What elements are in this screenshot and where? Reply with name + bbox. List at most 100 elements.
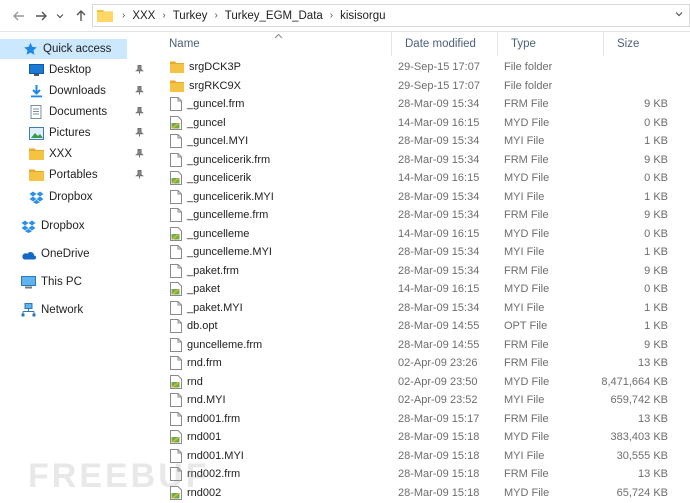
table-row[interactable]: _guncel.MYI 28-Mar-09 15:34 MYI File 1 KB: [156, 132, 690, 151]
sidebar-item-label: Desktop: [49, 64, 92, 76]
file-name: _guncel: [187, 116, 226, 129]
table-row[interactable]: _guncelleme 14-Mar-09 16:15 MYD File 0 KB: [156, 225, 690, 244]
table-row[interactable]: _paket 14-Mar-09 16:15 MYD File 0 KB: [156, 280, 690, 299]
column-header-date[interactable]: Date modified: [392, 32, 498, 56]
table-row[interactable]: rnd.MYI 02-Apr-09 23:52 MYI File 659,742 KB: [156, 391, 690, 410]
table-row[interactable]: _paket.frm 28-Mar-09 15:34 FRM File 9 KB: [156, 262, 690, 281]
file-size-cell: 1 KB: [644, 320, 668, 333]
file-size-cell: 1 KB: [644, 190, 668, 203]
file-date-cell: 28-Mar-09 15:34: [398, 209, 480, 222]
dropbox-icon: [20, 219, 36, 233]
file-date-cell: 28-Mar-09 15:34: [398, 153, 480, 166]
file-list: srgDCK3P 29-Sep-15 17:07 File folder srgRKC…: [156, 58, 690, 502]
table-row[interactable]: guncelleme.frm 28-Mar-09 14:55 FRM File 9 K…: [156, 336, 690, 355]
file-name-cell: _guncel.frm: [170, 97, 244, 112]
address-bar[interactable]: › XXX › Turkey › Turkey_EGM_Data › kisis…: [92, 4, 690, 27]
breadcrumb-item[interactable]: kisisorgu: [340, 10, 385, 22]
sidebar-item-this-pc[interactable]: This PC: [0, 272, 150, 292]
file-size-cell: 0 KB: [644, 172, 668, 185]
sidebar-item-dropbox[interactable]: Dropbox: [0, 216, 150, 236]
sidebar-item-label: Pictures: [49, 127, 91, 139]
file-type-cell: OPT File: [504, 320, 548, 333]
file-name-cell: srgRKC9X: [170, 80, 241, 92]
file-type-cell: MYD File: [504, 431, 550, 444]
column-header-type[interactable]: Type: [498, 32, 604, 56]
table-row[interactable]: _guncel 14-Mar-09 16:15 MYD File 0 KB: [156, 114, 690, 133]
file-name: _paket.MYI: [187, 301, 243, 314]
file-date-cell: 28-Mar-09 15:18: [398, 486, 480, 499]
table-row[interactable]: _guncel.frm 28-Mar-09 15:34 FRM File 9 KB: [156, 95, 690, 114]
sidebar-item-downloads[interactable]: Downloads: [0, 81, 150, 101]
sidebar-item-pictures[interactable]: Pictures: [0, 123, 150, 143]
recent-locations-button[interactable]: [52, 5, 68, 27]
file-date-cell: 14-Mar-09 16:15: [398, 116, 480, 129]
sidebar-item-label: Quick access: [43, 43, 112, 55]
sidebar-item-xxx[interactable]: XXX: [0, 144, 150, 164]
file-name-cell: srgDCK3P: [170, 61, 241, 74]
breadcrumb-item[interactable]: XXX: [132, 10, 155, 22]
file-type-cell: File folder: [504, 79, 553, 92]
file-date-cell: 28-Mar-09 15:34: [398, 190, 480, 203]
file-size-cell: 0 KB: [644, 116, 668, 129]
table-row[interactable]: _guncelleme.MYI 28-Mar-09 15:34 MYI File 1 …: [156, 243, 690, 262]
column-header-name[interactable]: Name: [156, 32, 392, 56]
address-dropdown-button[interactable]: [675, 10, 683, 20]
table-row[interactable]: rnd001 28-Mar-09 15:18 MYD File 383,403 KB: [156, 428, 690, 447]
file-size-cell: 9 KB: [644, 153, 668, 166]
sidebar-item-quick-access[interactable]: Quick access: [0, 39, 127, 59]
database-file-icon: [170, 115, 187, 130]
sidebar-item-network[interactable]: Network: [0, 300, 150, 320]
file-name-cell: _guncelleme.MYI: [170, 245, 272, 260]
table-row[interactable]: rnd001.MYI 28-Mar-09 15:18 MYI File 30,555 …: [156, 447, 690, 466]
file-type-cell: MYD File: [504, 227, 550, 240]
up-button[interactable]: [70, 5, 92, 27]
file-date-cell: 28-Mar-09 15:34: [398, 301, 480, 314]
file-type-cell: FRM File: [504, 264, 549, 277]
table-row[interactable]: _guncelleme.frm 28-Mar-09 15:34 FRM File 9 …: [156, 206, 690, 225]
table-row[interactable]: srgRKC9X 29-Sep-15 17:07 File folder: [156, 77, 690, 96]
file-size-cell: 13 KB: [638, 412, 668, 425]
table-row[interactable]: _guncelicerik.MYI 28-Mar-09 15:34 MYI File…: [156, 188, 690, 207]
file-size-cell: 1 KB: [644, 246, 668, 259]
file-type-cell: MYD File: [504, 283, 550, 296]
file-size-cell: 9 KB: [644, 264, 668, 277]
forward-button[interactable]: [30, 5, 52, 27]
table-row[interactable]: rnd.frm 02-Apr-09 23:26 FRM File 13 KB: [156, 354, 690, 373]
column-header-size[interactable]: Size: [604, 32, 690, 56]
back-button[interactable]: [8, 5, 30, 27]
file-icon: [170, 97, 187, 112]
table-row[interactable]: rnd002 28-Mar-09 15:18 MYD File 65,724 KB: [156, 484, 690, 503]
file-type-cell: MYI File: [504, 301, 545, 314]
arrow-right-icon: [36, 11, 47, 21]
sidebar-item-dropbox[interactable]: Dropbox: [0, 187, 150, 207]
file-name: srgRKC9X: [189, 79, 241, 92]
table-row[interactable]: _paket.MYI 28-Mar-09 15:34 MYI File 1 KB: [156, 299, 690, 318]
file-name: _guncelicerik: [187, 172, 252, 185]
file-name: rnd: [187, 375, 203, 388]
sidebar-item-portables[interactable]: Portables: [0, 165, 150, 185]
table-row[interactable]: db.opt 28-Mar-09 14:55 OPT File 1 KB: [156, 317, 690, 336]
sidebar-item-label: Documents: [49, 106, 108, 118]
table-row[interactable]: srgDCK3P 29-Sep-15 17:07 File folder: [156, 58, 690, 77]
breadcrumb-item[interactable]: Turkey: [173, 10, 208, 22]
file-name: srgDCK3P: [189, 61, 241, 74]
onedrive-icon: [20, 247, 36, 261]
table-row[interactable]: rnd 02-Apr-09 23:50 MYD File 8,471,664 KB: [156, 373, 690, 392]
table-row[interactable]: rnd002.frm 28-Mar-09 15:18 FRM File 13 KB: [156, 465, 690, 484]
file-size-cell: 659,742 KB: [610, 394, 669, 407]
breadcrumb-item[interactable]: Turkey_EGM_Data: [225, 10, 323, 22]
sidebar-item-documents[interactable]: Documents: [0, 102, 150, 122]
sidebar-item-onedrive[interactable]: OneDrive: [0, 244, 150, 264]
file-size-cell: 13 KB: [638, 357, 668, 370]
file-name-cell: _paket.frm: [170, 263, 239, 278]
table-row[interactable]: _guncelicerik 14-Mar-09 16:15 MYD File 0 KB: [156, 169, 690, 188]
computer-icon: [20, 275, 36, 289]
file-icon: [170, 356, 187, 371]
sidebar-item-desktop[interactable]: Desktop: [0, 60, 150, 80]
file-icon: [170, 393, 187, 408]
table-row[interactable]: _guncelicerik.frm 28-Mar-09 15:34 FRM File…: [156, 151, 690, 170]
table-row[interactable]: rnd001.frm 28-Mar-09 15:17 FRM File 13 KB: [156, 410, 690, 429]
file-name: db.opt: [187, 320, 218, 333]
star-icon: [22, 42, 38, 56]
file-type-cell: MYD File: [504, 116, 550, 129]
